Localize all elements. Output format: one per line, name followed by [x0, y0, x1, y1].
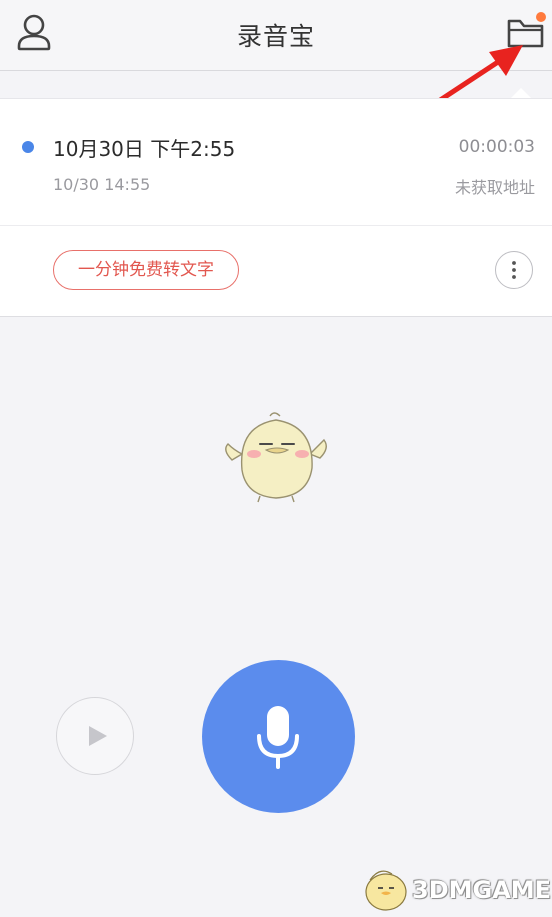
recording-duration: 00:00:03 [458, 137, 535, 157]
new-recording-dot [22, 141, 34, 153]
recording-item[interactable]: 10月30日 下午2:55 00:00:03 10/30 14:55 未获取地址 [0, 99, 552, 225]
notification-badge [536, 12, 546, 22]
recording-location: 未获取地址 [454, 178, 535, 197]
app-header: 录音宝 [0, 0, 552, 71]
play-button[interactable] [56, 697, 134, 775]
page-title: 录音宝 [236, 22, 315, 51]
recording-name: 10月30日 下午2:55 [53, 137, 236, 161]
watermark-text: 3DMGAME [412, 876, 552, 904]
chick-mascot-icon [225, 412, 327, 503]
divider [0, 225, 552, 226]
recording-card: 10月30日 下午2:55 00:00:03 10/30 14:55 未获取地址… [0, 98, 552, 317]
recording-date: 10/30 14:55 [53, 175, 151, 194]
microphone-icon [257, 706, 299, 769]
more-options-button[interactable] [495, 251, 533, 289]
convert-to-text-button[interactable]: 一分钟免费转文字 [53, 250, 239, 290]
more-vertical-icon [512, 261, 516, 279]
play-icon [89, 726, 107, 746]
record-button[interactable] [202, 660, 355, 813]
